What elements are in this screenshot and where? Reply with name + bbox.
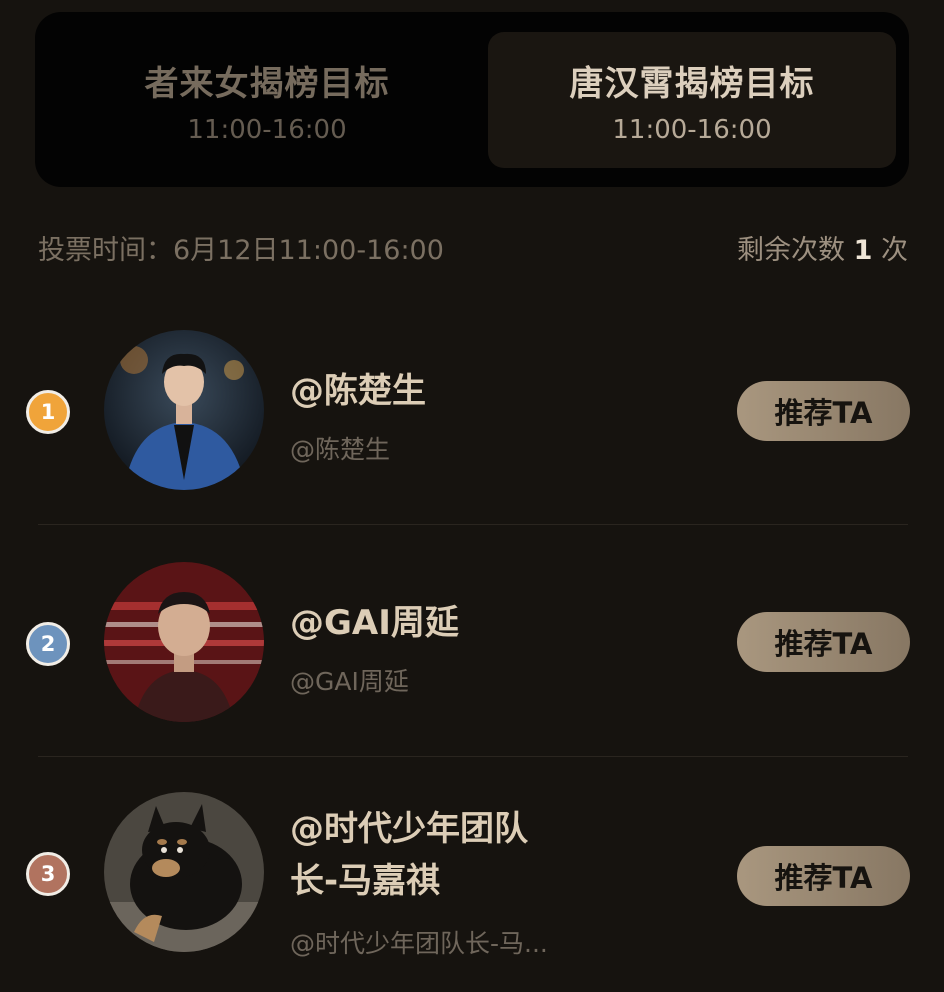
candidate-handle: @GAI周延	[290, 667, 409, 696]
rank-badge: 2	[26, 622, 70, 666]
candidate-handle: @时代少年团队长-马...	[290, 929, 548, 958]
recommend-button[interactable]: 推荐TA	[737, 381, 910, 441]
tab-tanghanxiao[interactable]: 唐汉霄揭榜目标 11:00-16:00	[488, 32, 896, 168]
candidate-name: @GAI周延	[290, 603, 459, 643]
remaining-count: 1	[853, 235, 873, 266]
avatar[interactable]	[104, 792, 264, 952]
recommend-button[interactable]: 推荐TA	[737, 846, 910, 906]
target-tabs: 者来女揭榜目标 11:00-16:00 唐汉霄揭榜目标 11:00-16:00	[35, 12, 909, 187]
candidate-name: @陈楚生	[290, 371, 426, 411]
list-item: 1 @陈楚生 @陈楚生 推荐TA	[0, 296, 944, 528]
recommend-button[interactable]: 推荐TA	[737, 612, 910, 672]
divider	[38, 524, 908, 525]
tab-time: 11:00-16:00	[187, 114, 347, 145]
candidate-handle: @陈楚生	[290, 435, 391, 464]
rank-badge: 3	[26, 852, 70, 896]
tab-title: 唐汉霄揭榜目标	[569, 63, 815, 104]
vote-page: 者来女揭榜目标 11:00-16:00 唐汉霄揭榜目标 11:00-16:00 …	[0, 0, 944, 992]
avatar[interactable]	[104, 330, 264, 490]
candidate-name-line2: 长-马嘉祺	[290, 861, 441, 901]
avatar[interactable]	[104, 562, 264, 722]
avatar-photo-icon	[104, 792, 264, 952]
rank-badge: 1	[26, 390, 70, 434]
candidate-name: @时代少年团队	[290, 809, 528, 849]
tab-zhelainv[interactable]: 者来女揭榜目标 11:00-16:00	[47, 32, 487, 168]
tab-title: 者来女揭榜目标	[144, 63, 390, 104]
avatar-photo-icon	[104, 562, 264, 722]
list-item: 3 @时代少年团队 长-马嘉祺 @时代少年团队长-马... 推荐TA	[0, 760, 944, 992]
tab-time: 11:00-16:00	[612, 114, 772, 145]
avatar-photo-icon	[104, 330, 264, 490]
list-item: 2 @GAI周延 @GAI周延 推荐TA	[0, 528, 944, 760]
remaining-votes: 剩余次数 1 次	[737, 228, 908, 267]
divider	[38, 756, 908, 757]
remaining-suffix: 次	[881, 235, 908, 266]
vote-time: 投票时间：6月12日11:00-16:00	[38, 235, 444, 266]
remaining-prefix: 剩余次数	[737, 235, 846, 266]
